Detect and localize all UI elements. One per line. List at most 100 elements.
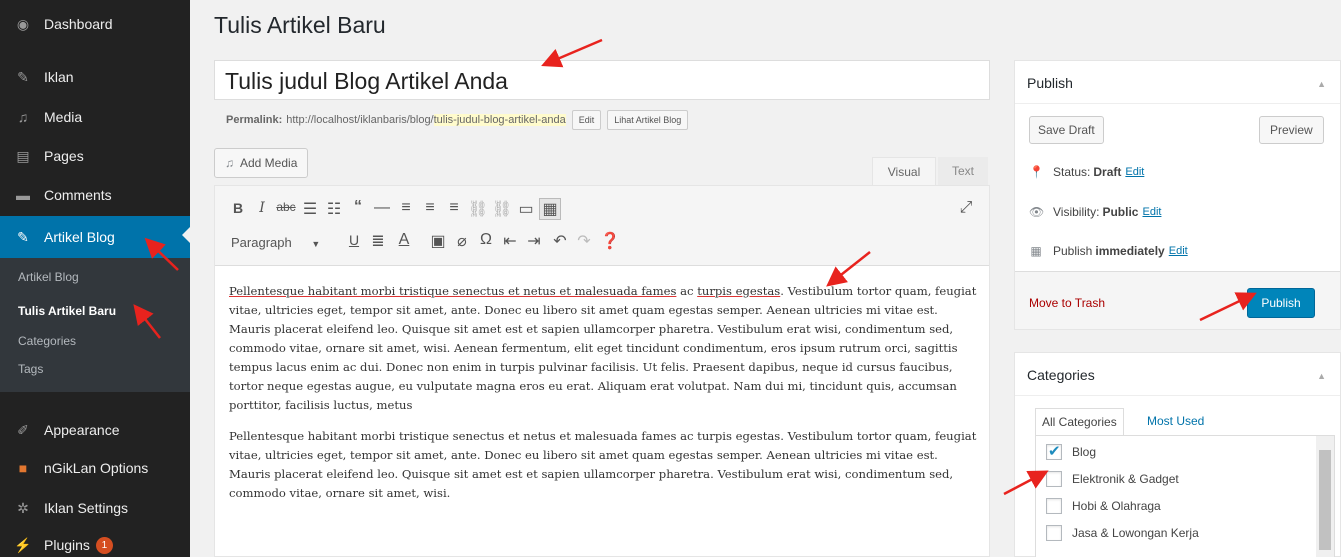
menu-appearance[interactable]: ✐ Appearance <box>0 411 190 449</box>
category-checkbox[interactable] <box>1046 498 1062 514</box>
menu-dashboard[interactable]: ◉ Dashboard <box>0 5 190 43</box>
category-label: Blog <box>1072 445 1097 459</box>
menu-label: Iklan <box>44 69 74 85</box>
category-item[interactable]: Hobi & Olahraga <box>1046 498 1161 514</box>
publish-button[interactable]: Publish <box>1247 288 1315 318</box>
pin-icon: 📍 <box>1029 165 1044 179</box>
publish-actions: Move to Trash Publish <box>1015 271 1340 329</box>
align-center-icon[interactable]: ≡ <box>419 199 441 217</box>
bullet-list-icon[interactable]: ☰ <box>299 199 321 219</box>
italic-icon[interactable]: I <box>251 200 273 216</box>
tab-text[interactable]: Text <box>938 157 988 185</box>
category-tabs: All Categories Most Used <box>1035 408 1335 436</box>
pin-icon: ✎ <box>17 68 29 85</box>
categories-panel: Categories ▲ All Categories Most Used Bl… <box>1014 352 1341 557</box>
category-checkbox[interactable] <box>1046 471 1062 487</box>
category-scrollbar[interactable] <box>1316 436 1334 557</box>
menu-label: Plugins <box>44 537 90 553</box>
chevron-down-icon: ▼ <box>311 239 321 249</box>
unlink-icon[interactable]: ⛓ <box>491 199 513 219</box>
menu-label: Media <box>44 109 83 125</box>
menu-pages[interactable]: ▤ Pages <box>0 137 190 175</box>
underline-icon[interactable]: U <box>343 232 365 248</box>
divider <box>1015 395 1340 396</box>
category-item[interactable]: Jasa & Lowongan Kerja <box>1046 525 1199 541</box>
submenu-categories[interactable]: Categories <box>18 334 76 348</box>
post-title-input[interactable]: Tulis judul Blog Artikel Anda <box>214 60 990 100</box>
permalink-label: Permalink: <box>226 114 283 126</box>
pin-icon: ✎ <box>17 228 29 245</box>
add-media-button[interactable]: ♫ Add Media <box>214 148 309 178</box>
view-post-button[interactable]: Lihat Artikel Blog <box>607 110 689 130</box>
submenu-tulis-artikel-baru[interactable]: Tulis Artikel Baru <box>18 304 116 318</box>
horizontal-line-icon[interactable]: — <box>371 199 393 217</box>
menu-plugins[interactable]: ⚡ Plugins 1 <box>0 526 190 557</box>
plugins-update-badge: 1 <box>95 536 113 554</box>
category-checkbox[interactable] <box>1046 525 1062 541</box>
permalink-slug[interactable]: tulis-judul-blog-artikel-anda <box>433 114 566 126</box>
plugins-icon: ⚡ <box>14 536 32 553</box>
fullscreen-icon[interactable]: ⤢ <box>955 199 977 217</box>
link-icon[interactable]: ⛓ <box>467 199 489 219</box>
indent-icon[interactable]: ⇥ <box>523 231 545 251</box>
menu-media[interactable]: ♫ Media <box>0 98 190 136</box>
outdent-icon[interactable]: ⇤ <box>499 231 521 251</box>
align-right-icon[interactable]: ≡ <box>443 199 465 217</box>
preview-button[interactable]: Preview <box>1259 116 1324 144</box>
toolbar-toggle-icon[interactable]: ▦ <box>539 198 561 220</box>
permalink-edit-button[interactable]: Edit <box>571 110 602 130</box>
schedule-label: Publish <box>1053 244 1093 258</box>
redo-icon[interactable]: ↷ <box>573 231 595 251</box>
category-checkbox[interactable] <box>1046 442 1062 460</box>
special-char-icon[interactable]: Ω <box>475 231 497 249</box>
bold-icon[interactable]: B <box>227 200 249 216</box>
status-row: 📍 Status: Draft Edit <box>1029 165 1144 179</box>
eye-icon: 👁 <box>1029 205 1045 219</box>
blockquote-icon[interactable]: “ <box>347 198 369 216</box>
paste-text-icon[interactable]: ▣ <box>427 231 449 251</box>
editor-content[interactable]: Pellentesque habitant morbi tristique se… <box>229 282 979 515</box>
edit-status-link[interactable]: Edit <box>1125 166 1144 178</box>
schedule-value: immediately <box>1095 244 1165 258</box>
undo-icon[interactable]: ↶ <box>549 231 571 251</box>
clear-format-icon[interactable]: ⌀ <box>451 231 473 251</box>
align-left-icon[interactable]: ≡ <box>395 199 417 217</box>
strikethrough-icon[interactable]: abc <box>275 200 297 214</box>
comments-icon: ▬ <box>16 187 30 203</box>
media-icon: ♫ <box>225 156 234 170</box>
category-item[interactable]: Elektronik & Gadget <box>1046 471 1179 487</box>
media-icon: ♫ <box>17 109 29 125</box>
tab-visual[interactable]: Visual <box>872 157 936 185</box>
pages-icon: ▤ <box>16 147 30 164</box>
justify-icon[interactable]: ≣ <box>367 231 389 251</box>
edit-schedule-link[interactable]: Edit <box>1169 245 1188 257</box>
menu-iklan[interactable]: ✎ Iklan <box>0 58 190 96</box>
text-color-icon[interactable]: A <box>393 231 415 249</box>
tab-most-used[interactable]: Most Used <box>1147 414 1204 428</box>
menu-comments[interactable]: ▬ Comments <box>0 176 190 214</box>
numbered-list-icon[interactable]: ☷ <box>323 199 345 219</box>
content-text: ac <box>676 284 698 298</box>
status-label: Status: <box>1053 165 1091 179</box>
tab-all-categories[interactable]: All Categories <box>1035 408 1124 436</box>
help-icon[interactable]: ❓ <box>599 231 621 251</box>
move-to-trash-link[interactable]: Move to Trash <box>1029 296 1105 310</box>
menu-artikel-blog[interactable]: ✎ Artikel Blog <box>0 216 190 258</box>
menu-ngiklan-options[interactable]: ■ nGikLan Options <box>0 449 190 487</box>
read-more-icon[interactable]: ▭ <box>515 199 537 219</box>
status-value: Draft <box>1093 165 1122 179</box>
submenu-tags[interactable]: Tags <box>18 362 43 376</box>
category-item[interactable]: Blog <box>1046 442 1097 460</box>
visibility-value: Public <box>1102 205 1139 219</box>
format-select[interactable]: Paragraph ▼ <box>231 235 320 250</box>
submenu-artikel-blog[interactable]: Artikel Blog <box>18 270 79 284</box>
scrollbar-thumb[interactable] <box>1319 450 1331 550</box>
edit-visibility-link[interactable]: Edit <box>1142 206 1161 218</box>
save-draft-button[interactable]: Save Draft <box>1029 116 1104 144</box>
menu-iklan-settings[interactable]: ✲ Iklan Settings <box>0 489 190 527</box>
menu-label: Dashboard <box>44 16 113 32</box>
collapse-icon[interactable]: ▲ <box>1317 79 1326 89</box>
category-label: Elektronik & Gadget <box>1072 472 1179 486</box>
collapse-icon[interactable]: ▲ <box>1317 371 1326 381</box>
spell-text: turpis egestas <box>697 284 781 298</box>
